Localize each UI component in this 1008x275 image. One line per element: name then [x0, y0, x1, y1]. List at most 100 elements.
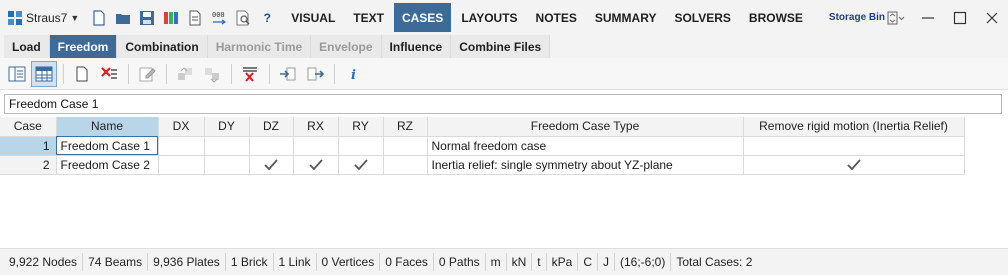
open-folder-icon[interactable]: [111, 5, 135, 31]
table-view-button[interactable]: [31, 60, 57, 87]
ry-checkbox-cell[interactable]: [338, 136, 384, 156]
freedom-case-type-cell[interactable]: Normal freedom case: [427, 136, 744, 156]
subtab-combination[interactable]: Combination: [117, 35, 208, 58]
column-header-name[interactable]: Name: [56, 117, 159, 137]
ry-checkbox-cell[interactable]: [338, 155, 384, 175]
maximize-icon[interactable]: [944, 3, 976, 33]
document-icon[interactable]: [183, 5, 207, 31]
edit-button[interactable]: [134, 61, 160, 87]
move-down-icon: [205, 67, 219, 83]
column-header-ry[interactable]: RY: [338, 117, 384, 137]
status-faces: 0 Faces: [380, 253, 434, 271]
status-coordinates: (16;-6;0): [615, 253, 672, 271]
status-links: 1 Link: [274, 253, 317, 271]
title-bar: Straus7 ▼ 000 ? VISUAL TEXT CASES LAYOUT…: [0, 0, 1008, 35]
status-unit-force[interactable]: kN: [507, 253, 533, 271]
info-icon: i: [351, 68, 356, 83]
tab-visual[interactable]: VISUAL: [283, 3, 343, 32]
layout-options-button[interactable]: [880, 3, 912, 33]
column-header-dx[interactable]: DX: [158, 117, 205, 137]
inertia-relief-checkbox-cell[interactable]: [743, 155, 965, 175]
save-icon[interactable]: [135, 5, 159, 31]
dx-checkbox-cell[interactable]: [158, 136, 205, 156]
number-format-icon[interactable]: 000: [207, 5, 231, 31]
case-number-cell[interactable]: 2: [0, 155, 57, 175]
move-up-button[interactable]: [172, 61, 198, 87]
svg-text:i: i: [351, 68, 356, 83]
column-header-rz[interactable]: RZ: [383, 117, 428, 137]
export-button[interactable]: [302, 61, 328, 87]
column-header-freedom-case-type[interactable]: Freedom Case Type: [427, 117, 744, 137]
list-view-icon: [8, 66, 26, 81]
table-row[interactable]: 2 Freedom Case 2 Inertia relief: single sy…: [0, 155, 965, 175]
tab-layouts[interactable]: LAYOUTS: [453, 3, 525, 32]
rx-checkbox-cell[interactable]: [293, 155, 339, 175]
rx-checkbox-cell[interactable]: [293, 136, 339, 156]
checkmark-icon: [308, 159, 323, 171]
ribbon-tabs: VISUAL TEXT CASES LAYOUTS NOTES SUMMARY …: [283, 0, 885, 35]
tab-notes[interactable]: NOTES: [528, 3, 585, 32]
table-row[interactable]: 1 Freedom Case 1 Normal freedom case: [0, 136, 965, 156]
minimize-icon[interactable]: [912, 3, 944, 33]
new-file-icon[interactable]: [87, 5, 111, 31]
toolbar-separator: [269, 63, 270, 84]
status-unit-energy[interactable]: J: [598, 253, 615, 271]
help-button[interactable]: ?: [255, 5, 279, 31]
case-name-cell[interactable]: Freedom Case 1: [56, 136, 159, 156]
subtab-freedom[interactable]: Freedom: [49, 35, 118, 58]
subtab-envelope: Envelope: [311, 35, 382, 58]
rz-checkbox-cell[interactable]: [383, 155, 428, 175]
status-unit-temperature[interactable]: C: [578, 253, 598, 271]
status-unit-mass[interactable]: t: [532, 253, 547, 271]
info-button[interactable]: i: [340, 61, 366, 87]
column-header-case[interactable]: Case: [0, 117, 57, 137]
toolbar-separator: [128, 63, 129, 84]
app-menu-button[interactable]: Straus7 ▼: [8, 0, 79, 35]
column-header-dy[interactable]: DY: [204, 117, 250, 137]
column-header-rx[interactable]: RX: [293, 117, 339, 137]
list-view-button[interactable]: [4, 61, 30, 87]
rz-checkbox-cell[interactable]: [383, 136, 428, 156]
color-palette-icon[interactable]: [159, 5, 183, 31]
status-total-cases: Total Cases: 2: [676, 255, 753, 269]
tab-solvers[interactable]: SOLVERS: [666, 3, 738, 32]
help-icon: ?: [263, 10, 271, 25]
case-name-field[interactable]: [4, 94, 1002, 114]
tab-summary[interactable]: SUMMARY: [587, 3, 665, 32]
column-header-inertia-relief[interactable]: Remove rigid motion (Inertia Relief): [743, 117, 965, 137]
tab-text[interactable]: TEXT: [345, 3, 392, 32]
dx-checkbox-cell[interactable]: [158, 155, 205, 175]
dy-checkbox-cell[interactable]: [204, 155, 250, 175]
table-view-icon: [35, 66, 53, 81]
cases-subtabs: Load Freedom Combination Harmonic Time E…: [0, 35, 1008, 58]
freedom-case-type-cell[interactable]: Inertia relief: single symmetry about YZ…: [427, 155, 744, 175]
delete-case-button[interactable]: [96, 61, 122, 87]
storage-bin-button[interactable]: Storage Bin: [829, 12, 885, 23]
status-unit-length[interactable]: m: [486, 253, 507, 271]
import-button[interactable]: [275, 61, 301, 87]
app-name: Straus7: [26, 10, 68, 25]
case-name-cell[interactable]: Freedom Case 2: [56, 155, 159, 175]
subtab-influence[interactable]: Influence: [381, 35, 452, 58]
column-header-dz[interactable]: DZ: [249, 117, 294, 137]
import-icon: [280, 67, 296, 80]
status-paths: 0 Paths: [434, 253, 486, 271]
move-down-button[interactable]: [199, 61, 225, 87]
delete-all-button[interactable]: [237, 61, 263, 87]
subtab-load[interactable]: Load: [4, 35, 50, 58]
checkmark-icon: [353, 159, 368, 171]
tab-browse[interactable]: BROWSE: [741, 3, 811, 32]
straus7-logo-icon: [8, 10, 22, 25]
case-number-cell[interactable]: 1: [0, 136, 57, 156]
subtab-combine-files[interactable]: Combine Files: [451, 35, 551, 58]
toolbar-separator: [63, 63, 64, 84]
dz-checkbox-cell[interactable]: [249, 136, 294, 156]
tab-cases[interactable]: CASES: [393, 3, 452, 32]
inertia-relief-checkbox-cell[interactable]: [743, 136, 965, 156]
dy-checkbox-cell[interactable]: [204, 136, 250, 156]
new-case-button[interactable]: [69, 61, 95, 87]
close-icon[interactable]: [976, 3, 1008, 33]
dz-checkbox-cell[interactable]: [249, 155, 294, 175]
print-preview-icon[interactable]: [231, 5, 255, 31]
status-unit-stress[interactable]: kPa: [547, 253, 579, 271]
